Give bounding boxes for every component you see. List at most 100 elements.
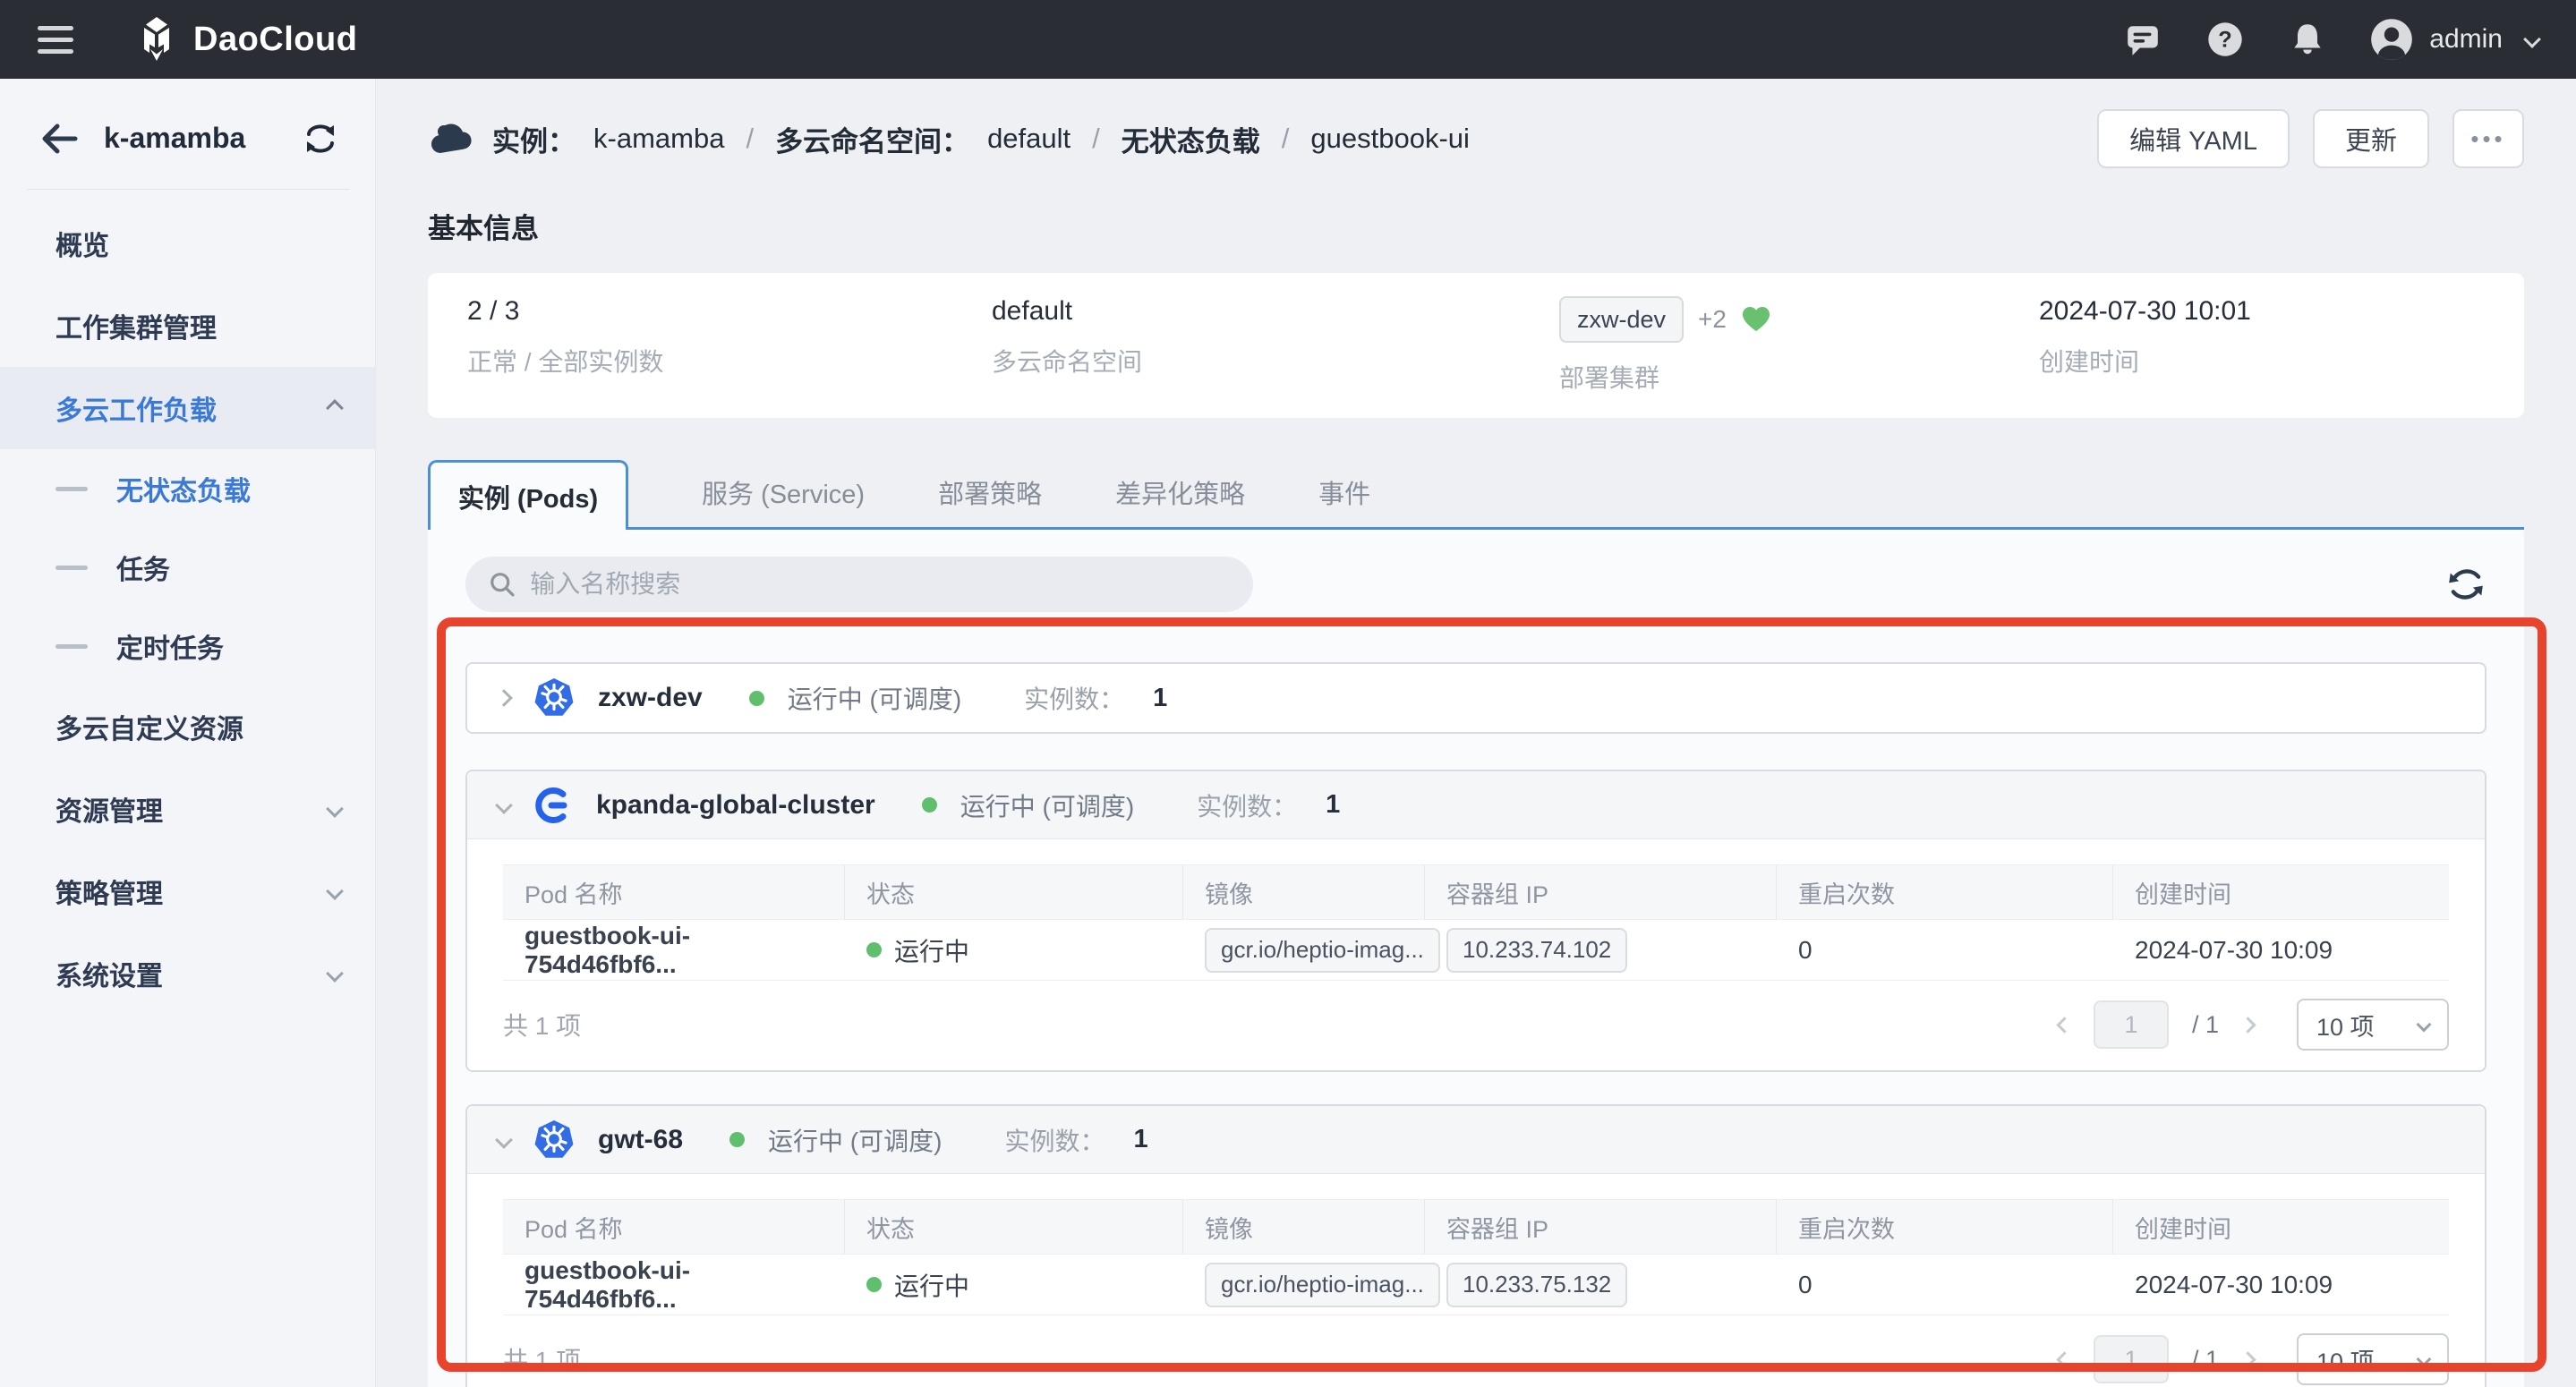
chevron-down-icon[interactable] [495, 1131, 513, 1149]
help-icon[interactable]: ? [2205, 20, 2245, 59]
pagination: 共 1 项 1 / 1 10 项 [467, 981, 2485, 1070]
cluster-name: kpanda-global-cluster [596, 790, 875, 821]
brand-name: DaoCloud [193, 21, 357, 59]
pods-table: Pod 名称 状态 镜像 容器组 IP 重启次数 创建时间 guestbook-… [503, 1199, 2449, 1315]
pod-ip-tag[interactable]: 10.233.74.102 [1446, 928, 1627, 973]
breadcrumb-workload-name: guestbook-ui [1310, 123, 1470, 155]
topbar-right: ? admin [2123, 18, 2538, 61]
breadcrumb-instance-value[interactable]: k-amamba [593, 123, 724, 155]
tab-bar: 实例 (Pods) 服务 (Service) 部署策略 差异化策略 事件 [428, 457, 2524, 527]
search-row [465, 530, 2486, 612]
message-icon[interactable] [2123, 20, 2162, 59]
svg-text:?: ? [2219, 27, 2232, 52]
chevron-down-icon [2417, 1017, 2432, 1033]
search-icon [489, 570, 516, 599]
username: admin [2429, 24, 2503, 55]
image-tag[interactable]: gcr.io/heptio-imag... [1205, 1263, 1440, 1307]
chevron-right-icon[interactable] [495, 689, 513, 707]
tab-deploy-policy[interactable]: 部署策略 [938, 457, 1042, 527]
update-button[interactable]: 更新 [2313, 109, 2429, 168]
cluster-tag[interactable]: zxw-dev [1559, 296, 1684, 343]
cluster-header[interactable]: gwt-68 运行中 (可调度) 实例数： 1 [467, 1106, 2485, 1174]
sidebar-item-policy-mgmt[interactable]: 策略管理 [0, 850, 375, 932]
col-pod-ip: 容器组 IP [1425, 1200, 1777, 1254]
cluster-header[interactable]: zxw-dev 运行中 (可调度) 实例数： 1 [467, 664, 2485, 732]
page-size-select[interactable]: 10 项 [2297, 1333, 2449, 1385]
prev-page-icon[interactable] [2056, 1017, 2072, 1033]
next-page-icon[interactable] [2239, 1017, 2256, 1033]
refresh-icon[interactable] [2445, 564, 2486, 605]
notification-bell-icon[interactable] [2288, 20, 2327, 59]
header-actions: 编辑 YAML 更新 ••• [2097, 109, 2524, 168]
chevron-down-icon [2417, 1352, 2432, 1367]
more-clusters-count[interactable]: +2 [1698, 305, 1727, 334]
col-restarts: 重启次数 [1777, 865, 2113, 919]
col-created: 创建时间 [2113, 1200, 2452, 1254]
hamburger-menu-icon[interactable] [38, 26, 73, 54]
cluster-card-kpanda-global-cluster: kpanda-global-cluster 运行中 (可调度) 实例数： 1 P… [465, 770, 2486, 1072]
sidebar-item-system-settings[interactable]: 系统设置 [0, 932, 375, 1015]
sidebar-item-stateless-workloads[interactable]: 无状态负载 [0, 449, 375, 528]
tab-diff-policy[interactable]: 差异化策略 [1115, 457, 1245, 527]
breadcrumb-separator: / [742, 123, 757, 155]
dash-icon [55, 566, 88, 570]
page-size-select[interactable]: 10 项 [2297, 999, 2449, 1051]
breadcrumb-workload-type[interactable]: 无状态负载 [1122, 119, 1260, 159]
kubernetes-icon [533, 677, 575, 719]
search-box[interactable] [465, 557, 1253, 612]
user-menu[interactable]: admin [2370, 18, 2538, 61]
col-created: 创建时间 [2113, 865, 2452, 919]
tab-pods[interactable]: 实例 (Pods) [428, 460, 628, 530]
pod-name[interactable]: guestbook-ui-754d46fbf6... [503, 1255, 845, 1315]
page-number-box[interactable]: 1 [2094, 1335, 2169, 1383]
topbar: DaoCloud ? admin [0, 0, 2576, 79]
field-instances: 2 / 3 正常 / 全部实例数 [467, 296, 992, 395]
pagination-total: 共 1 项 [503, 1341, 581, 1377]
cluster-status: 运行中 (可调度) [788, 680, 961, 716]
sidebar-item-jobs[interactable]: 任务 [0, 528, 375, 607]
search-input[interactable] [530, 570, 1230, 599]
app-root: DaoCloud ? admin [0, 0, 2576, 1387]
pod-restarts: 0 [1777, 920, 2113, 980]
page-number-box[interactable]: 1 [2094, 1000, 2169, 1049]
cluster-header[interactable]: kpanda-global-cluster 运行中 (可调度) 实例数： 1 [467, 771, 2485, 839]
breadcrumb-namespace-value[interactable]: default [987, 123, 1070, 155]
more-actions-button[interactable]: ••• [2452, 109, 2524, 168]
tab-events[interactable]: 事件 [1318, 457, 1370, 527]
brand: DaoCloud [132, 15, 357, 64]
pods-count-label: 实例数： [1024, 680, 1124, 716]
col-pod-ip: 容器组 IP [1425, 865, 1777, 919]
pagination-total: 共 1 项 [503, 1007, 581, 1042]
sidebar-item-work-cluster-mgmt[interactable]: 工作集群管理 [0, 285, 375, 367]
sidebar-header: k-amamba [39, 122, 339, 155]
switch-cluster-icon[interactable] [302, 123, 339, 155]
tab-service[interactable]: 服务 (Service) [702, 457, 865, 527]
dash-icon [55, 644, 88, 649]
sidebar-item-resource-mgmt[interactable]: 资源管理 [0, 768, 375, 850]
back-arrow-icon[interactable] [39, 123, 79, 154]
next-page-icon[interactable] [2239, 1351, 2256, 1367]
prev-page-icon[interactable] [2056, 1351, 2072, 1367]
breadcrumb-namespace-label: 多云命名空间： [775, 119, 969, 159]
chevron-up-icon [326, 399, 344, 417]
col-restarts: 重启次数 [1777, 1200, 2113, 1254]
pod-ip-tag[interactable]: 10.233.75.132 [1446, 1263, 1627, 1307]
sidebar-divider [27, 189, 350, 190]
col-status: 状态 [845, 865, 1183, 919]
col-image: 镜像 [1183, 865, 1425, 919]
sidebar-item-multicloud-workloads[interactable]: 多云工作负载 [0, 367, 375, 449]
cluster-name: gwt-68 [598, 1125, 683, 1155]
sidebar-item-overview[interactable]: 概览 [0, 202, 375, 285]
cluster-card-gwt-68: gwt-68 运行中 (可调度) 实例数： 1 Pod 名称 状态 镜像 容器组… [465, 1104, 2486, 1387]
pods-table: Pod 名称 状态 镜像 容器组 IP 重启次数 创建时间 guestbook-… [503, 864, 2449, 981]
pod-name[interactable]: guestbook-ui-754d46fbf6... [503, 920, 845, 980]
edit-yaml-button[interactable]: 编辑 YAML [2097, 109, 2290, 168]
sidebar-item-cronjobs[interactable]: 定时任务 [0, 607, 375, 685]
image-tag[interactable]: gcr.io/heptio-imag... [1205, 928, 1440, 973]
status-dot [866, 1277, 882, 1292]
col-image: 镜像 [1183, 1200, 1425, 1254]
field-deploy-clusters: zxw-dev +2 部署集群 [1559, 296, 2039, 395]
sidebar-item-multicloud-custom-resources[interactable]: 多云自定义资源 [0, 685, 375, 768]
status-dot [729, 1132, 745, 1147]
chevron-down-icon[interactable] [495, 796, 513, 814]
